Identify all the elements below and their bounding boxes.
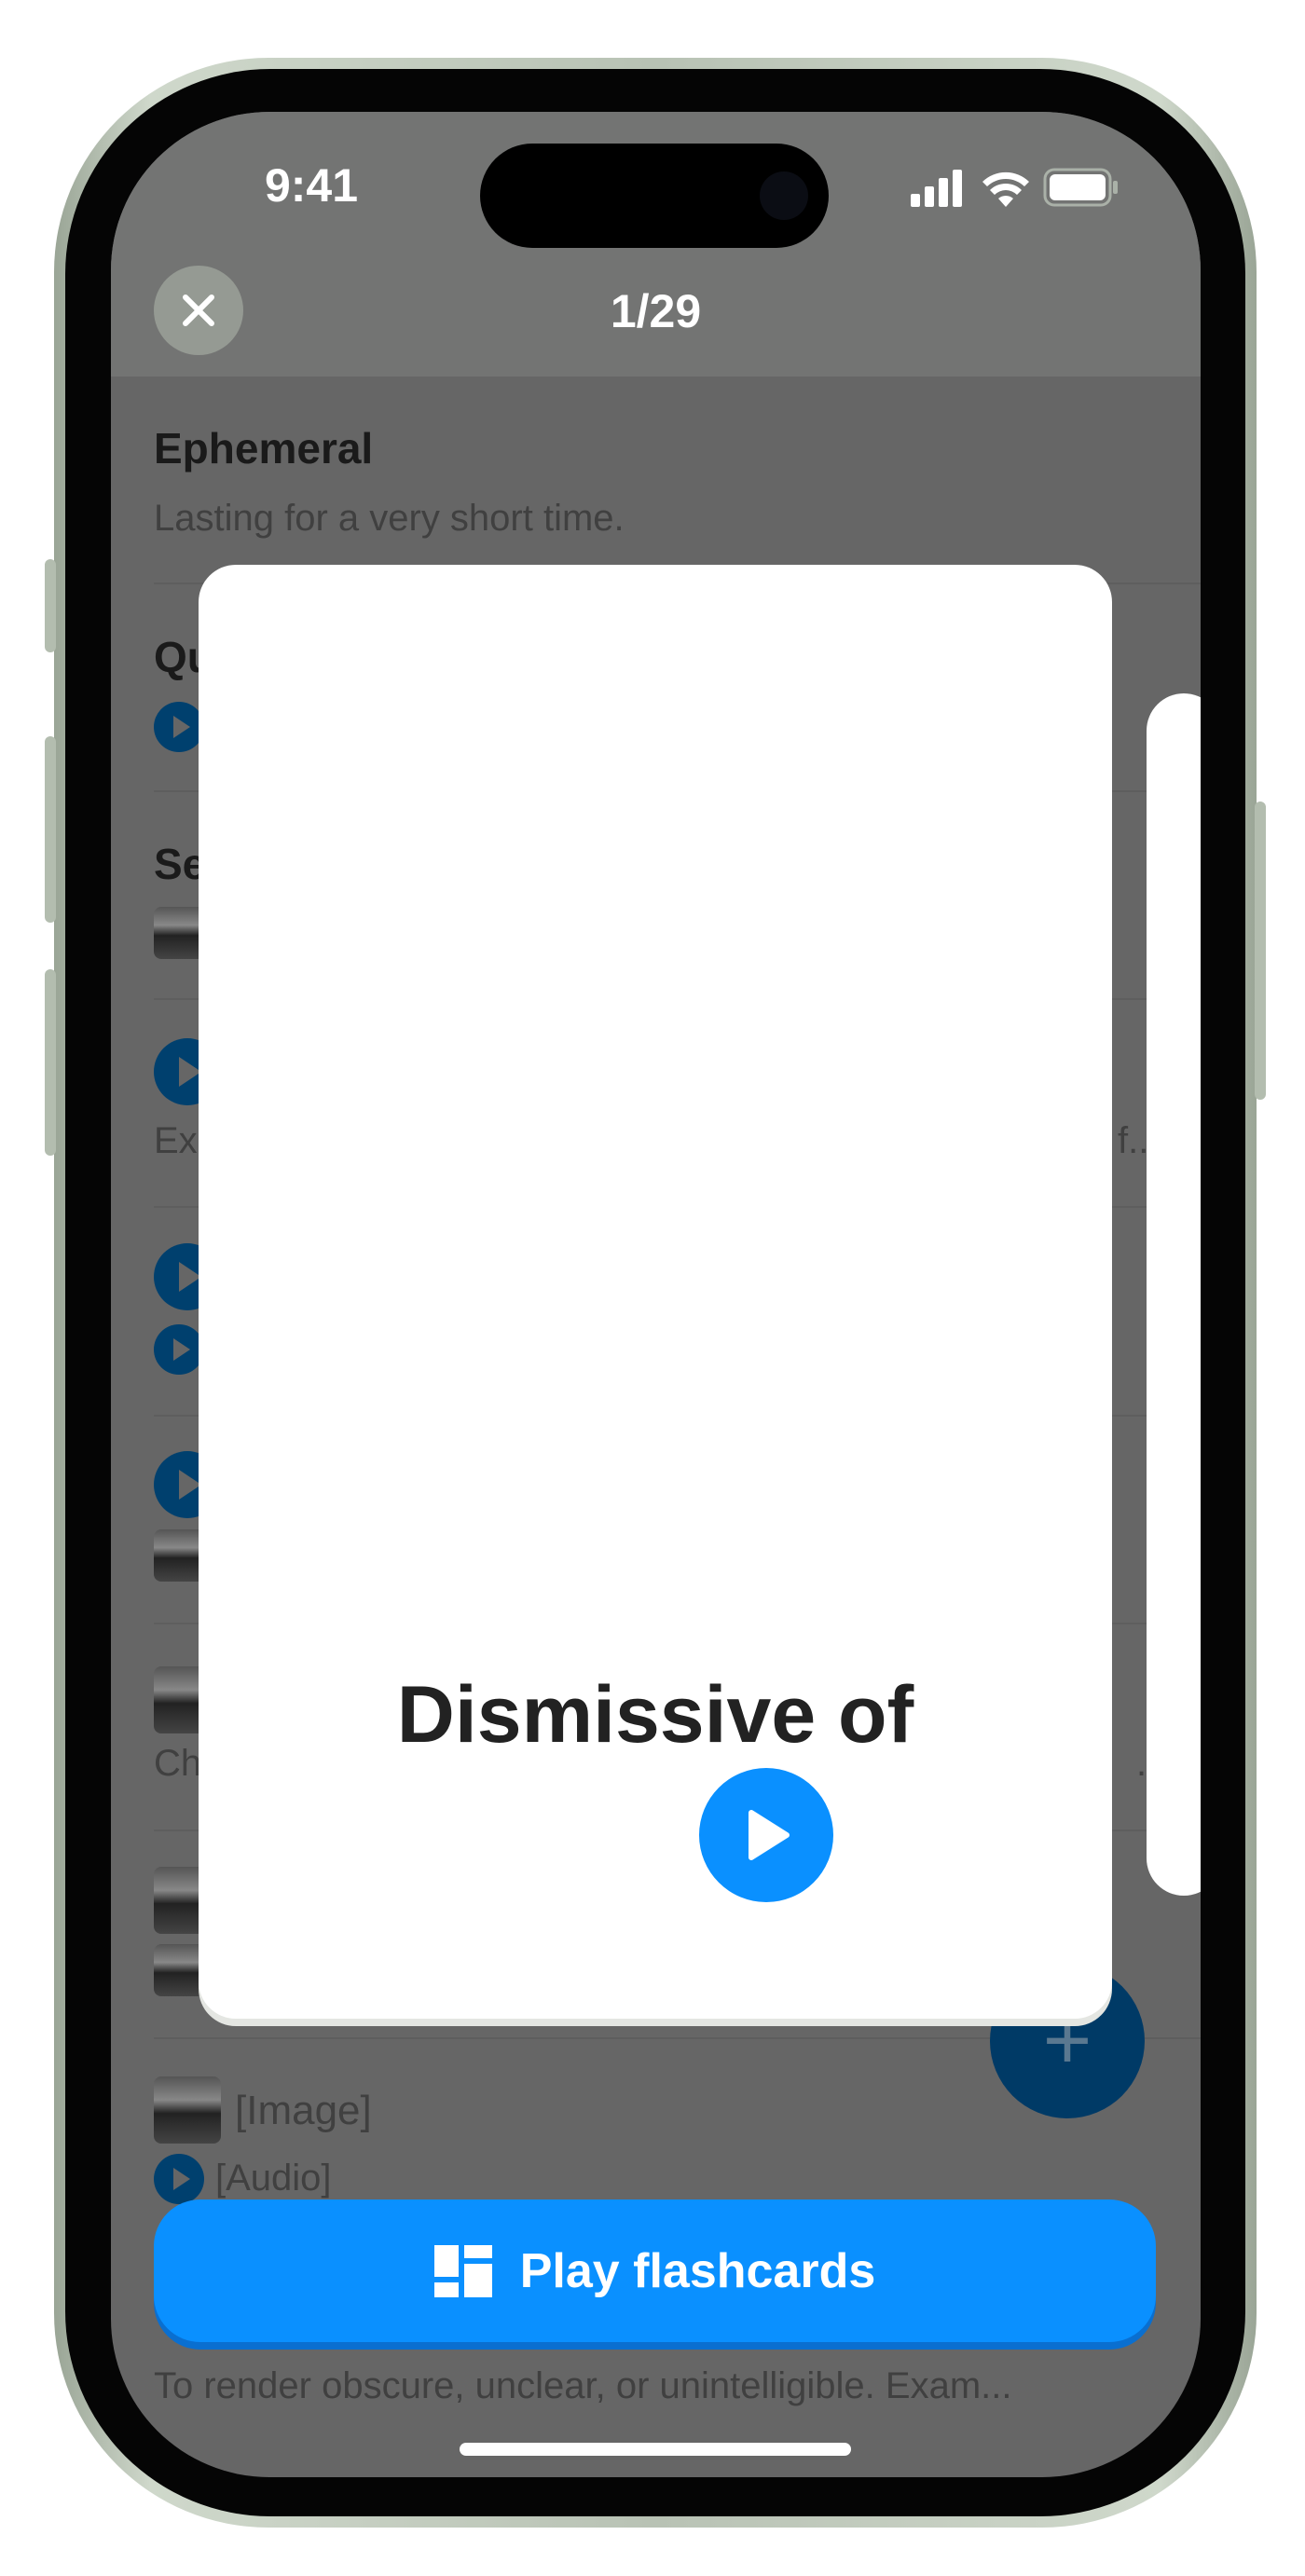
audio-play-icon[interactable] <box>154 702 204 752</box>
camera-icon <box>760 171 808 220</box>
play-icon <box>749 1810 790 1860</box>
wifi-icon <box>982 171 1029 207</box>
play-flashcards-label: Play flashcards <box>519 2243 876 2298</box>
flashcard-word: Dismissive of <box>396 1670 914 1760</box>
audio-label: [Audio] <box>215 2158 332 2199</box>
list-item-subtitle: To render obscure, unclear, or unintelli… <box>154 2365 1012 2406</box>
action-button <box>45 559 56 652</box>
flashcards-icon <box>433 2244 492 2297</box>
volume-up-button <box>45 736 56 923</box>
home-indicator[interactable] <box>460 2443 851 2456</box>
dynamic-island <box>480 144 829 248</box>
volume-down-button <box>45 969 56 1156</box>
audio-play-icon[interactable] <box>154 1324 204 1375</box>
battery-icon <box>1043 168 1118 207</box>
status-time: 9:41 <box>264 159 359 212</box>
next-flashcard[interactable] <box>1147 693 1201 1896</box>
image-label: [Image] <box>235 2088 372 2133</box>
audio-play-icon[interactable] <box>154 2154 204 2204</box>
power-button <box>1255 802 1266 1100</box>
flashcard-play-button[interactable] <box>699 1768 833 1902</box>
list-item-subtitle: Lasting for a very short time. <box>154 498 625 539</box>
card-counter: 1/29 <box>610 285 702 337</box>
screen: 9:41 1/29 Ephemeral Lasting for a very s… <box>111 112 1201 2477</box>
image-thumbnail <box>154 2076 221 2144</box>
list-item-subtitle: Ex <box>154 1120 198 1161</box>
list-item-title: Ephemeral <box>154 424 374 473</box>
list-item-subtitle: Ch <box>154 1743 202 1784</box>
play-flashcards-button[interactable]: Play flashcards <box>154 2199 1156 2342</box>
flashcard[interactable]: Dismissive of <box>199 565 1112 2019</box>
cellular-signal-icon <box>911 170 962 207</box>
